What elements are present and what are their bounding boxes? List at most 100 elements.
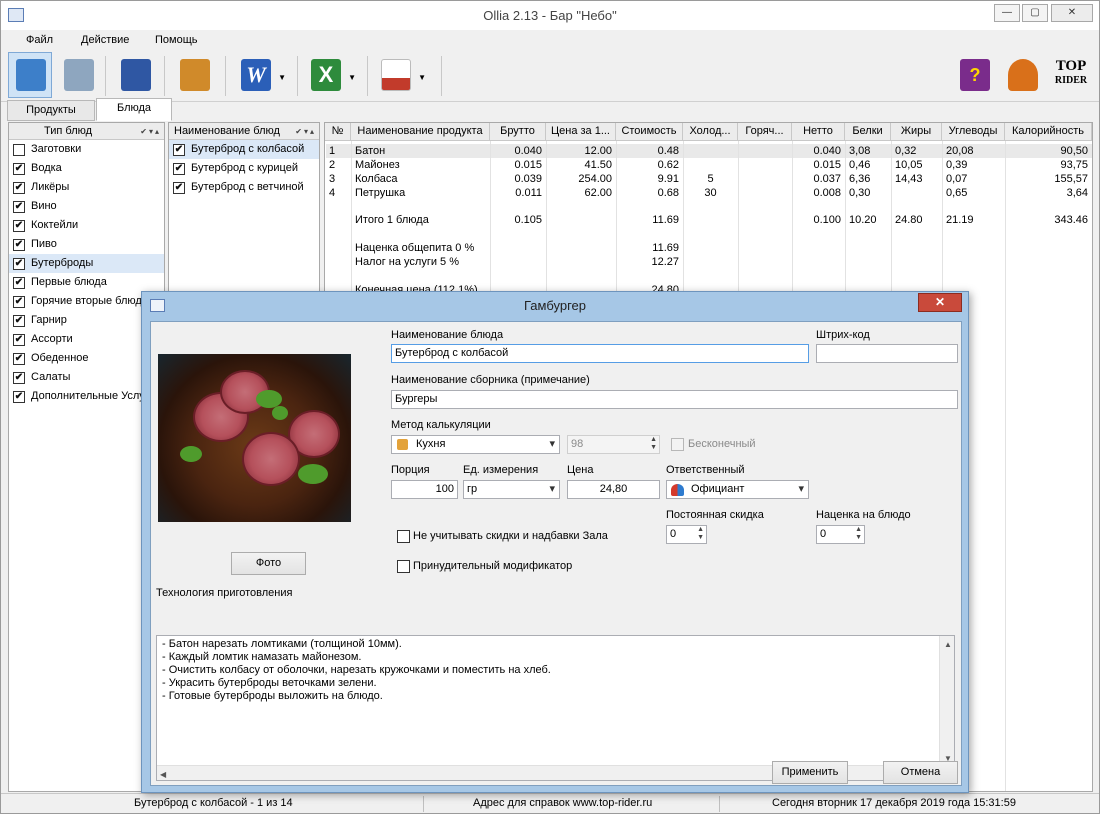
category-checkbox[interactable] xyxy=(13,353,25,365)
category-checkbox[interactable] xyxy=(13,258,25,270)
grid-cell[interactable]: 0,07 xyxy=(946,172,1001,186)
grid-cell[interactable]: 12.00 xyxy=(550,144,612,158)
grid-cell[interactable]: 0.100 xyxy=(796,213,841,227)
spinner-arrows-icon[interactable]: ▲ ▼ xyxy=(650,436,657,452)
help-button[interactable]: ? xyxy=(952,52,996,98)
menu-action[interactable]: Действие xyxy=(81,34,129,46)
category-checkbox[interactable] xyxy=(13,391,25,403)
grid-cell[interactable] xyxy=(742,144,788,158)
grid-cell[interactable]: 3 xyxy=(329,172,347,186)
price-input[interactable]: 24,80 xyxy=(567,480,660,499)
dropdown-arrow-icon[interactable]: ▼ xyxy=(278,73,286,82)
save-button[interactable] xyxy=(113,52,157,98)
collection-input[interactable]: Бургеры xyxy=(391,390,958,409)
grid-cell[interactable] xyxy=(329,213,347,227)
header-controls-icon[interactable]: ✔▾▴ xyxy=(140,124,161,140)
category-item[interactable]: Вино xyxy=(9,197,164,216)
menu-help[interactable]: Помощь xyxy=(155,34,198,46)
grid-column-header[interactable]: Холод... xyxy=(683,123,738,141)
grid-cell[interactable]: 2 xyxy=(329,158,347,172)
grid-cell[interactable]: 3,64 xyxy=(1009,186,1088,200)
grid-column-header[interactable]: Цена за 1... xyxy=(546,123,616,141)
excel-export-button[interactable]: X ▼ xyxy=(303,52,356,98)
grid-cell[interactable]: 0,65 xyxy=(946,186,1001,200)
responsible-select[interactable]: Официант xyxy=(666,480,809,499)
grid-cell[interactable]: 3,08 xyxy=(849,144,887,158)
cancel-button[interactable]: Отмена xyxy=(883,761,958,784)
category-checkbox[interactable] xyxy=(13,277,25,289)
vertical-scrollbar[interactable]: ▲ ▼ xyxy=(939,636,954,780)
grid-cell[interactable]: 90,50 xyxy=(1009,144,1088,158)
grid-cell[interactable]: 10.20 xyxy=(849,213,887,227)
grid-cell[interactable]: 10,05 xyxy=(895,158,938,172)
spinner-arrows-icon[interactable]: ▲ ▼ xyxy=(697,526,704,542)
grid-cell[interactable]: 24.80 xyxy=(895,213,938,227)
grid-cell[interactable]: 0.015 xyxy=(494,158,542,172)
tab-products[interactable]: Продукты xyxy=(7,100,95,121)
grid-cell[interactable]: Майонез xyxy=(355,158,486,172)
grid-cell[interactable]: 0.68 xyxy=(620,186,679,200)
dish-checkbox[interactable] xyxy=(173,144,185,156)
category-checkbox[interactable] xyxy=(13,182,25,194)
dish-name-input[interactable]: Бутерброд с колбасой xyxy=(391,344,809,363)
grid-cell[interactable]: Батон xyxy=(355,144,486,158)
grid-column-header[interactable]: Горяч... xyxy=(738,123,792,141)
chart-export-button[interactable]: ▼ xyxy=(373,52,426,98)
grid-cell[interactable] xyxy=(742,172,788,186)
category-item[interactable]: Первые блюда xyxy=(9,273,164,292)
dish-checkbox[interactable] xyxy=(173,182,185,194)
grid-cell[interactable] xyxy=(550,241,612,255)
grid-cell[interactable]: 41.50 xyxy=(550,158,612,172)
close-window-button[interactable]: ✕ xyxy=(1051,4,1093,22)
grid-column-header[interactable]: Брутто xyxy=(490,123,546,141)
grid-cell[interactable]: 155,57 xyxy=(1009,172,1088,186)
category-checkbox[interactable] xyxy=(13,220,25,232)
grid-cell[interactable]: 0.015 xyxy=(796,158,841,172)
grid-cell[interactable]: 30 xyxy=(687,186,734,200)
grid-column-header[interactable]: № xyxy=(325,123,351,141)
grid-cell[interactable]: 9.91 xyxy=(620,172,679,186)
grid-cell[interactable] xyxy=(895,186,938,200)
grid-cell[interactable]: 21.19 xyxy=(946,213,1001,227)
category-item[interactable]: Ликёры xyxy=(9,178,164,197)
grid-cell[interactable] xyxy=(742,213,788,227)
tab-dishes[interactable]: Блюда xyxy=(96,98,172,121)
grid-cell[interactable] xyxy=(329,255,347,269)
print-button[interactable] xyxy=(56,52,100,98)
grid-cell[interactable] xyxy=(550,255,612,269)
category-checkbox[interactable] xyxy=(13,315,25,327)
scroll-up-icon[interactable]: ▲ xyxy=(944,638,952,651)
grid-cell[interactable]: Петрушка xyxy=(355,186,486,200)
tech-textarea[interactable]: - Батон нарезать ломтиками (толщиной 10м… xyxy=(156,635,955,781)
photo-button[interactable]: Фото xyxy=(231,552,306,575)
portion-input[interactable]: 100 xyxy=(391,480,458,499)
grid-cell[interactable]: Итого 1 блюда xyxy=(355,213,486,227)
top-rider-logo[interactable]: TOP RIDER xyxy=(1048,52,1094,98)
calc-method-select[interactable]: Кухня xyxy=(391,435,560,454)
grid-cell[interactable] xyxy=(494,241,542,255)
grid-cell[interactable]: 0.040 xyxy=(796,144,841,158)
spinner-arrows-icon[interactable]: ▲ ▼ xyxy=(855,526,862,542)
dish-item[interactable]: Бутерброд с курицей xyxy=(169,159,319,178)
grid-cell[interactable]: 20,08 xyxy=(946,144,1001,158)
grid-cell[interactable]: 14,43 xyxy=(895,172,938,186)
grid-cell[interactable] xyxy=(687,144,734,158)
grid-cell[interactable]: 0.105 xyxy=(494,213,542,227)
ignore-discount-checkbox[interactable] xyxy=(397,530,410,543)
grid-column-header[interactable]: Белки xyxy=(845,123,891,141)
grid-cell[interactable] xyxy=(550,213,612,227)
dish-checkbox[interactable] xyxy=(173,163,185,175)
grid-cell[interactable] xyxy=(494,255,542,269)
grid-cell[interactable]: 5 xyxy=(687,172,734,186)
infinite-checkbox[interactable] xyxy=(671,438,684,451)
grid-cell[interactable]: 11.69 xyxy=(620,213,679,227)
category-checkbox[interactable] xyxy=(13,296,25,308)
grid-column-header[interactable]: Стоимость xyxy=(616,123,683,141)
grid-cell[interactable]: 0.011 xyxy=(494,186,542,200)
grid-cell[interactable]: 4 xyxy=(329,186,347,200)
grid-cell[interactable]: 0.037 xyxy=(796,172,841,186)
header-controls-icon[interactable]: ✔▾▴ xyxy=(295,124,316,140)
minimize-button[interactable]: — xyxy=(994,4,1020,22)
grid-cell[interactable]: 11.69 xyxy=(620,241,679,255)
grid-column-header[interactable]: Нетто xyxy=(792,123,845,141)
